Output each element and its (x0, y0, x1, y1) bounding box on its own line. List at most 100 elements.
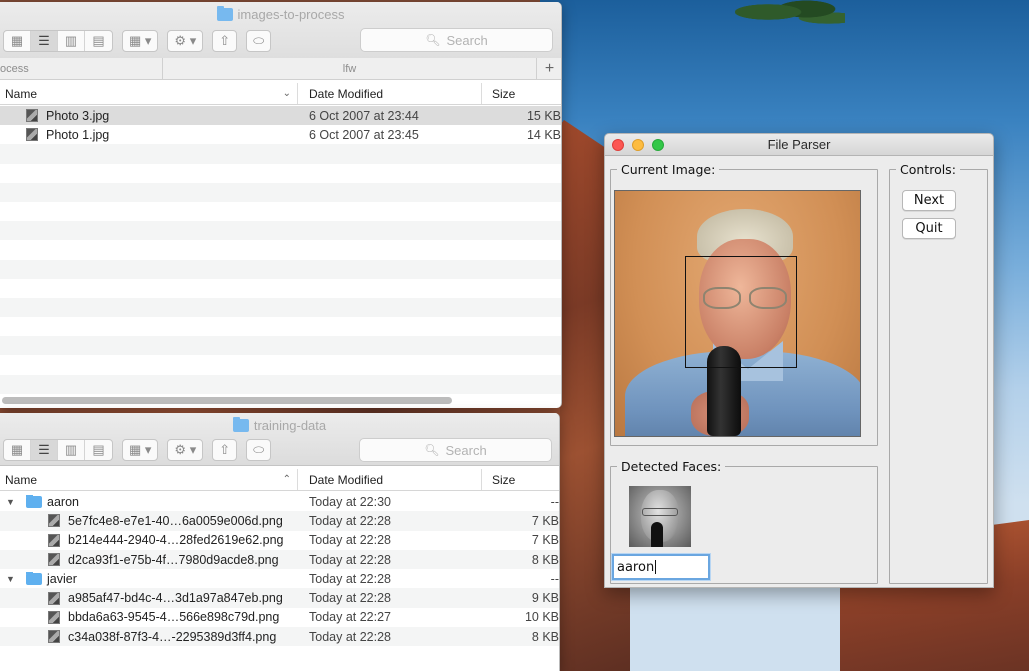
file-name-cell: Photo 3.jpg (0, 109, 298, 123)
finder-window-images-to-process[interactable]: images-to-process ▦ ☰ ▥ ▤ ▦ ▾ ⚙ ▾ ⇧ ⬭ 🔍︎… (0, 2, 562, 408)
column-size-header[interactable]: Size (482, 83, 561, 104)
image-file-icon (48, 591, 60, 605)
new-tab-button[interactable]: + (536, 58, 561, 79)
table-row[interactable]: b214e444-2940-4…28fed2619e62.png Today a… (0, 531, 559, 550)
table-row[interactable]: Photo 3.jpg 6 Oct 2007 at 23:44 15 KB (0, 106, 561, 126)
image-file-icon (48, 533, 60, 547)
quit-button[interactable]: Quit (902, 218, 956, 239)
icon-view-icon[interactable]: ▦ (4, 440, 31, 460)
file-name: 5e7fc4e8-e7e1-40…6a0059e006d.png (68, 513, 283, 528)
share-button[interactable]: ⇧ (212, 30, 238, 52)
face-detection-box (685, 256, 797, 368)
sort-chevron-down-icon: ⌄ (282, 88, 291, 99)
arrange-button[interactable]: ▦ ▾ (122, 439, 159, 461)
close-icon[interactable] (612, 139, 624, 151)
file-date: Today at 22:30 (309, 494, 392, 509)
share-icon: ⇧ (219, 442, 231, 457)
disclosure-triangle-icon[interactable]: ▼ (6, 497, 18, 507)
table-row[interactable]: Photo 1.jpg 6 Oct 2007 at 23:45 14 KB (0, 125, 561, 144)
column-date-header[interactable]: Date Modified (298, 469, 482, 490)
column-name-header[interactable]: Name ⌃ (0, 469, 298, 490)
file-size: 9 KB (531, 591, 559, 606)
minimize-icon[interactable] (632, 139, 644, 151)
window-title-text: images-to-process (237, 7, 345, 22)
cover-flow-icon[interactable]: ▤ (85, 31, 112, 51)
path-tab-label: ocess (0, 62, 29, 75)
zoom-icon[interactable] (652, 139, 664, 151)
folder-row-aaron[interactable]: ▼ aaron Today at 22:30 -- (0, 492, 559, 511)
finder-toolbar: ▦ ☰ ▥ ▤ ▦ ▾ ⚙ ▾ ⇧ ⬭ (3, 438, 280, 462)
face-name-value: aaron (617, 559, 655, 575)
search-field[interactable]: 🔍︎ Search (359, 438, 552, 462)
view-mode-control[interactable]: ▦ ☰ ▥ ▤ (3, 30, 113, 52)
tags-button[interactable]: ⬭ (246, 30, 272, 52)
search-icon: 🔍︎ (424, 443, 440, 457)
arrange-icon: ▦ ▾ (129, 33, 152, 48)
detected-faces-group: Detected Faces: aaron (610, 459, 878, 584)
file-name: Photo 3.jpg (46, 108, 110, 123)
current-image (614, 190, 861, 437)
disclosure-triangle-icon[interactable]: ▼ (6, 574, 18, 584)
file-date: Today at 22:28 (309, 533, 392, 548)
empty-row (0, 221, 561, 241)
empty-row (0, 202, 561, 221)
share-button[interactable]: ⇧ (212, 439, 238, 461)
column-date-header[interactable]: Date Modified (298, 83, 482, 104)
file-name: bbda6a63-9545-4…566e898c79d.png (68, 610, 280, 625)
column-size-label: Size (492, 472, 516, 487)
tag-icon: ⬭ (253, 33, 265, 48)
search-field[interactable]: 🔍︎ Search (360, 28, 553, 52)
file-name: c34a038f-87f3-4…-2295389d3ff4.png (68, 629, 277, 644)
column-name-label: Name (5, 86, 38, 101)
file-date: Today at 22:28 (309, 591, 392, 606)
horizontal-scrollbar[interactable] (2, 397, 452, 404)
list-view-icon[interactable]: ☰ (31, 440, 58, 460)
file-name-cell: 5e7fc4e8-e7e1-40…6a0059e006d.png (0, 514, 298, 528)
face-name-input[interactable]: aaron (612, 554, 710, 580)
file-parser-window[interactable]: File Parser Current Image: Detected Face… (604, 133, 994, 588)
table-row[interactable]: c34a038f-87f3-4…-2295389d3ff4.png Today … (0, 627, 559, 647)
finder-window-training-data[interactable]: training-data ▦ ☰ ▥ ▤ ▦ ▾ ⚙ ▾ ⇧ ⬭ 🔍︎ Sear… (0, 413, 560, 671)
current-image-group: Current Image: (610, 162, 878, 446)
icon-view-icon[interactable]: ▦ (4, 31, 31, 51)
table-row[interactable]: d2ca93f1-e75b-4f…7980d9acde8.png Today a… (0, 549, 559, 570)
list-view-icon[interactable]: ☰ (31, 31, 58, 51)
column-view-icon[interactable]: ▥ (58, 440, 85, 460)
action-button[interactable]: ⚙ ▾ (167, 30, 204, 52)
path-tab[interactable]: lfw (163, 63, 536, 75)
arrange-button[interactable]: ▦ ▾ (122, 30, 159, 52)
file-name-cell: a985af47-bd4c-4…3d1a97a847eb.png (0, 591, 298, 605)
table-row[interactable]: a985af47-bd4c-4…3d1a97a847eb.png Today a… (0, 588, 559, 608)
file-name: d2ca93f1-e75b-4f…7980d9acde8.png (68, 552, 279, 567)
folder-name: aaron (47, 494, 79, 509)
search-placeholder: Search (446, 32, 488, 48)
tags-button[interactable]: ⬭ (246, 439, 272, 461)
file-date: Today at 22:28 (309, 571, 392, 586)
table-row[interactable]: 5e7fc4e8-e7e1-40…6a0059e006d.png Today a… (0, 511, 559, 531)
column-name-header[interactable]: Name ⌄ (0, 83, 298, 104)
view-mode-control[interactable]: ▦ ☰ ▥ ▤ (3, 439, 113, 461)
table-row[interactable]: bbda6a63-9545-4…566e898c79d.png Today at… (0, 608, 559, 627)
file-date: Today at 22:28 (309, 552, 392, 567)
next-button[interactable]: Next (902, 190, 956, 211)
file-list: ▼ aaron Today at 22:30 -- 5e7fc4e8-e7e1-4… (0, 492, 559, 647)
column-view-icon[interactable]: ▥ (58, 31, 85, 51)
parser-titlebar[interactable]: File Parser (605, 134, 993, 156)
path-bar: ocess lfw + (0, 58, 561, 80)
window-controls (612, 139, 672, 151)
path-tab[interactable]: ocess (0, 58, 163, 79)
cover-flow-icon[interactable]: ▤ (85, 440, 112, 460)
image-file-icon (48, 610, 60, 624)
empty-row (0, 374, 561, 394)
gear-icon: ⚙ ▾ (174, 442, 197, 457)
file-date: Today at 22:27 (309, 610, 392, 625)
file-date: 6 Oct 2007 at 23:44 (309, 108, 419, 123)
action-button[interactable]: ⚙ ▾ (167, 439, 204, 461)
column-size-header[interactable]: Size (482, 469, 559, 490)
window-title: training-data (0, 417, 559, 433)
image-file-icon (26, 109, 38, 123)
folder-row-javier[interactable]: ▼ javier Today at 22:28 -- (0, 569, 559, 588)
file-date: Today at 22:28 (309, 629, 392, 644)
finder-titlebar[interactable]: training-data ▦ ☰ ▥ ▤ ▦ ▾ ⚙ ▾ ⇧ ⬭ 🔍︎ Sear… (0, 413, 559, 466)
tag-icon: ⬭ (253, 442, 265, 457)
